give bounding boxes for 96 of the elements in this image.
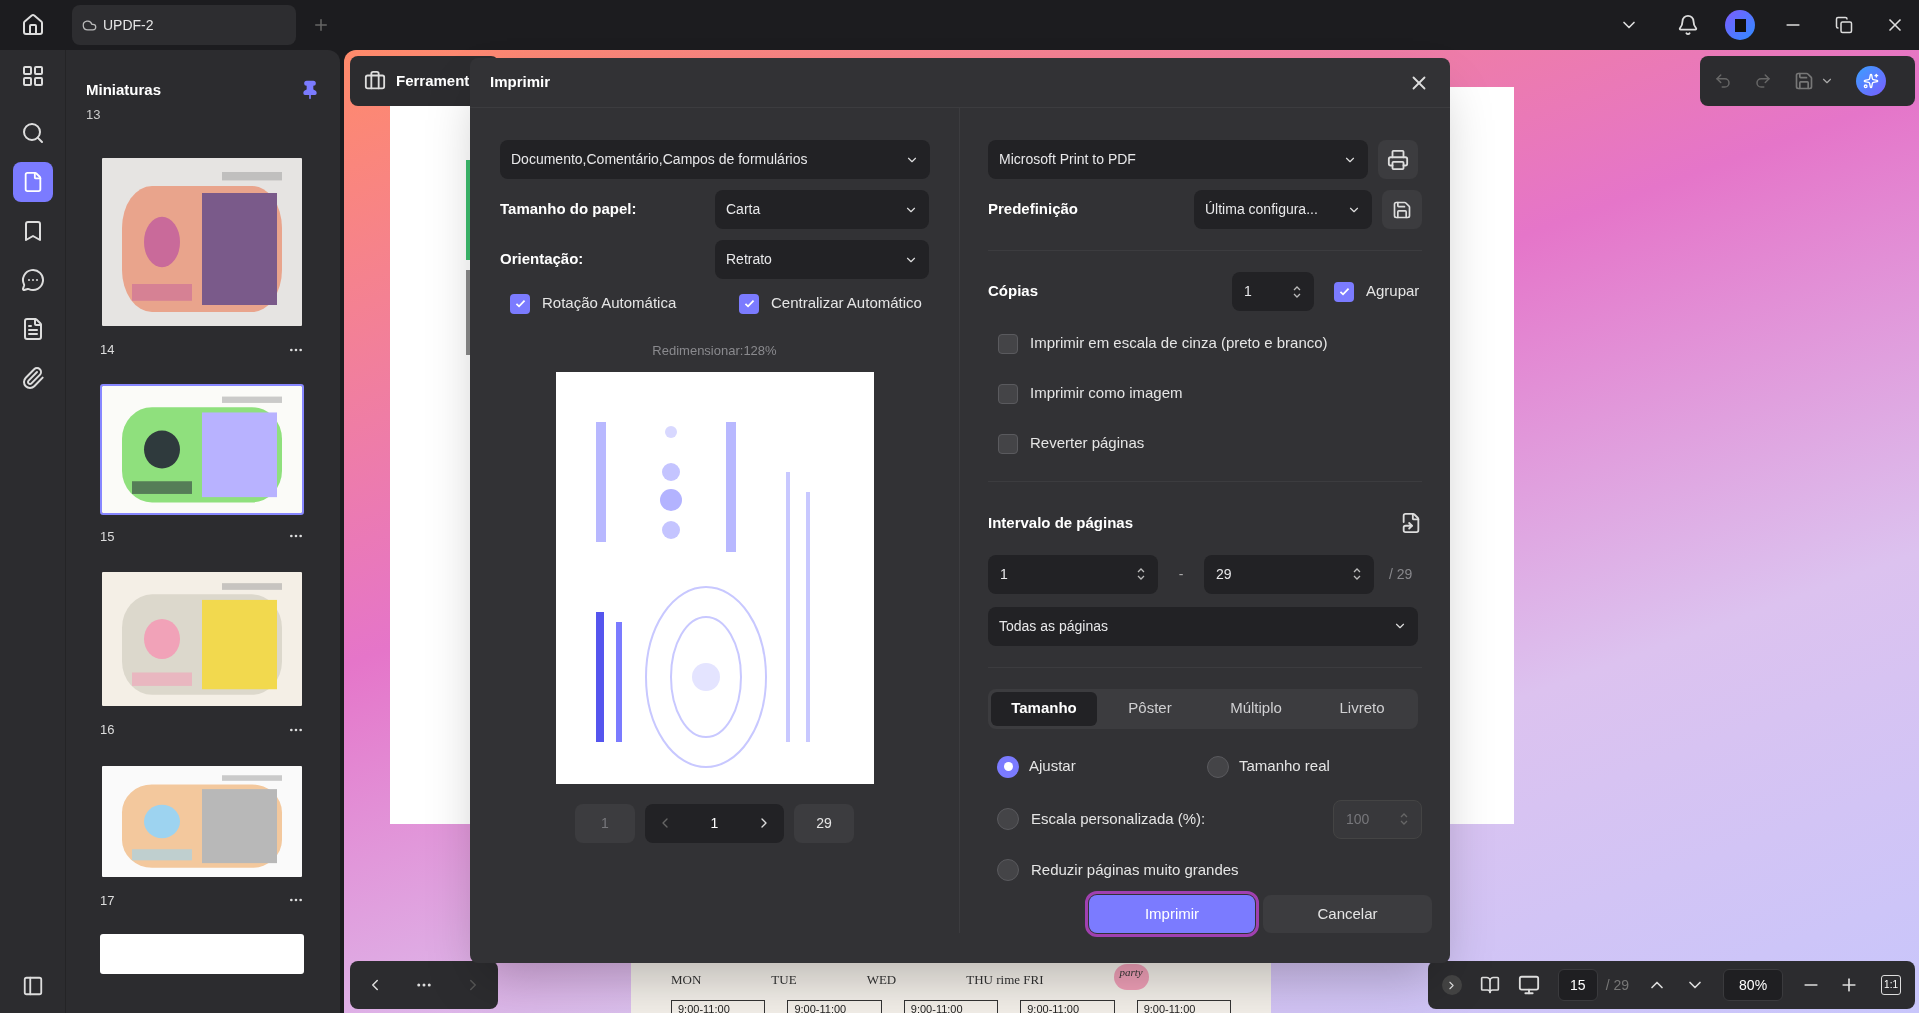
page-number: 17 [100,891,115,910]
page-subset-dropdown[interactable]: Todas as páginas [988,606,1418,646]
search-icon[interactable] [20,121,45,145]
radio-button[interactable] [997,858,1019,881]
time-cell: 9:00-11:00 [903,999,999,1013]
time-cell: 9:00-11:00 [787,999,882,1013]
account-avatar[interactable] [1725,10,1755,40]
home-icon [21,13,45,37]
notification-icon[interactable] [1677,14,1699,36]
checkmark-icon [513,297,527,310]
page-number: 13 [86,110,102,120]
undo-icon[interactable] [1714,72,1732,90]
time-cell: 9:00-11:00 [671,999,766,1013]
day-heading: TUE [771,971,797,989]
page-number: 16 [100,721,115,739]
page-number: 14 [100,341,115,359]
field-label: Intervalo de páginas [988,513,1134,533]
scale-note: Redimensionar:128% [652,342,777,360]
field-label: Tamanho do papel: [500,199,637,220]
checkbox-label: Agrupar [1366,281,1420,302]
page-number: 15 [100,527,115,546]
field-label: Predefinição [988,199,1080,220]
grid-icon[interactable] [20,64,45,88]
range-start-field[interactable]: 1 [988,554,1158,594]
page-thumbnail[interactable] [100,934,304,974]
checkbox[interactable] [739,293,759,314]
zoom-field[interactable]: 80% [1723,969,1784,1001]
day-heading: THU rime FRI [966,971,1044,989]
page-field[interactable]: 15 [1557,969,1598,1001]
page-range-icon[interactable] [1400,512,1422,535]
radio-label: Ajustar [1029,756,1076,777]
page-total: / 29 [1389,564,1413,584]
tab[interactable]: Tamanho [991,691,1097,726]
sparkle-icon [1863,73,1879,89]
checkbox[interactable] [510,293,530,314]
printer-icon [1387,148,1409,171]
panel-title: Miniaturas [86,79,161,100]
save-icon[interactable] [1794,71,1814,91]
preset-dropdown[interactable]: Última configura... [1194,190,1372,229]
page-total: / 29 [1605,975,1630,995]
printer-button[interactable] [1378,140,1418,179]
actual-size-button[interactable]: 1:1 [1881,975,1901,995]
reading-mode-icon[interactable] [1479,975,1500,995]
range-separator: - [1177,564,1185,584]
radio-button[interactable] [997,808,1019,830]
checkmark-icon [742,297,756,310]
checkbox-label: Imprimir em escala de cinza (preto e branco) [1030,333,1328,354]
restore-icon[interactable] [1835,16,1853,34]
stepper-icon [1136,566,1146,582]
checkbox-label: Imprimir como imagem [1030,383,1183,404]
page-stepper[interactable]: 1 [645,803,784,843]
pin-icon[interactable] [300,80,320,100]
attachment-icon[interactable] [20,366,45,390]
save-icon [1392,199,1412,220]
day-heading: MON [671,971,702,989]
radio-label: Escala personalizada (%): [1031,808,1206,829]
radio-button[interactable] [997,755,1019,778]
tab[interactable]: Livreto [1309,691,1415,726]
last-page-button[interactable]: 29 [794,803,854,843]
day-heading: WED [866,971,897,989]
radio-label: Tamanho real [1239,756,1330,777]
document-tab[interactable]: UPDF-2 [72,5,296,45]
time-cell: 9:00-11:00 [1136,999,1232,1013]
comment-icon[interactable] [20,268,45,292]
ai-assistant-button[interactable] [1856,66,1886,96]
content-dropdown[interactable]: Documento,Comentário,Campos de formulários [500,140,930,179]
checkbox[interactable] [998,383,1018,404]
field-label: Cópias [988,281,1039,302]
orientation-dropdown[interactable]: Retrato [715,240,929,279]
expand-button[interactable] [1441,975,1462,995]
radio-label: Reduzir páginas muito grandes [1031,859,1239,880]
range-end-field[interactable]: 29 [1204,554,1374,594]
checkbox-label: Reverter páginas [1030,433,1145,454]
radio-button[interactable] [1207,755,1229,778]
pages-button[interactable] [12,162,53,202]
checkbox[interactable] [998,433,1018,454]
cloud-icon [82,17,97,33]
stepper-icon [1399,811,1409,827]
time-cell: 9:00-11:00 [1020,999,1115,1013]
save-preset-button[interactable] [1382,190,1422,229]
checkbox[interactable] [1334,281,1354,302]
printer-dropdown[interactable]: Microsoft Print to PDF [988,140,1368,179]
paper-size-dropdown[interactable]: Carta [715,190,929,229]
checkbox-label: Rotação Automática [542,293,677,314]
checkbox-label: Centralizar Automático [771,293,922,314]
checkbox[interactable] [998,333,1018,354]
copies-field[interactable]: 1 [1232,272,1314,311]
checkmark-icon [1337,285,1351,298]
presentation-icon[interactable] [1517,974,1540,996]
redo-icon[interactable] [1754,72,1772,90]
sticker: party [1113,964,1149,990]
tab[interactable]: Múltiplo [1203,691,1309,726]
cancel-button[interactable]: Cancelar [1263,895,1432,933]
tab[interactable]: Pôster [1097,691,1203,726]
stepper-icon [1352,566,1362,582]
field-label: Orientação: [500,249,584,270]
